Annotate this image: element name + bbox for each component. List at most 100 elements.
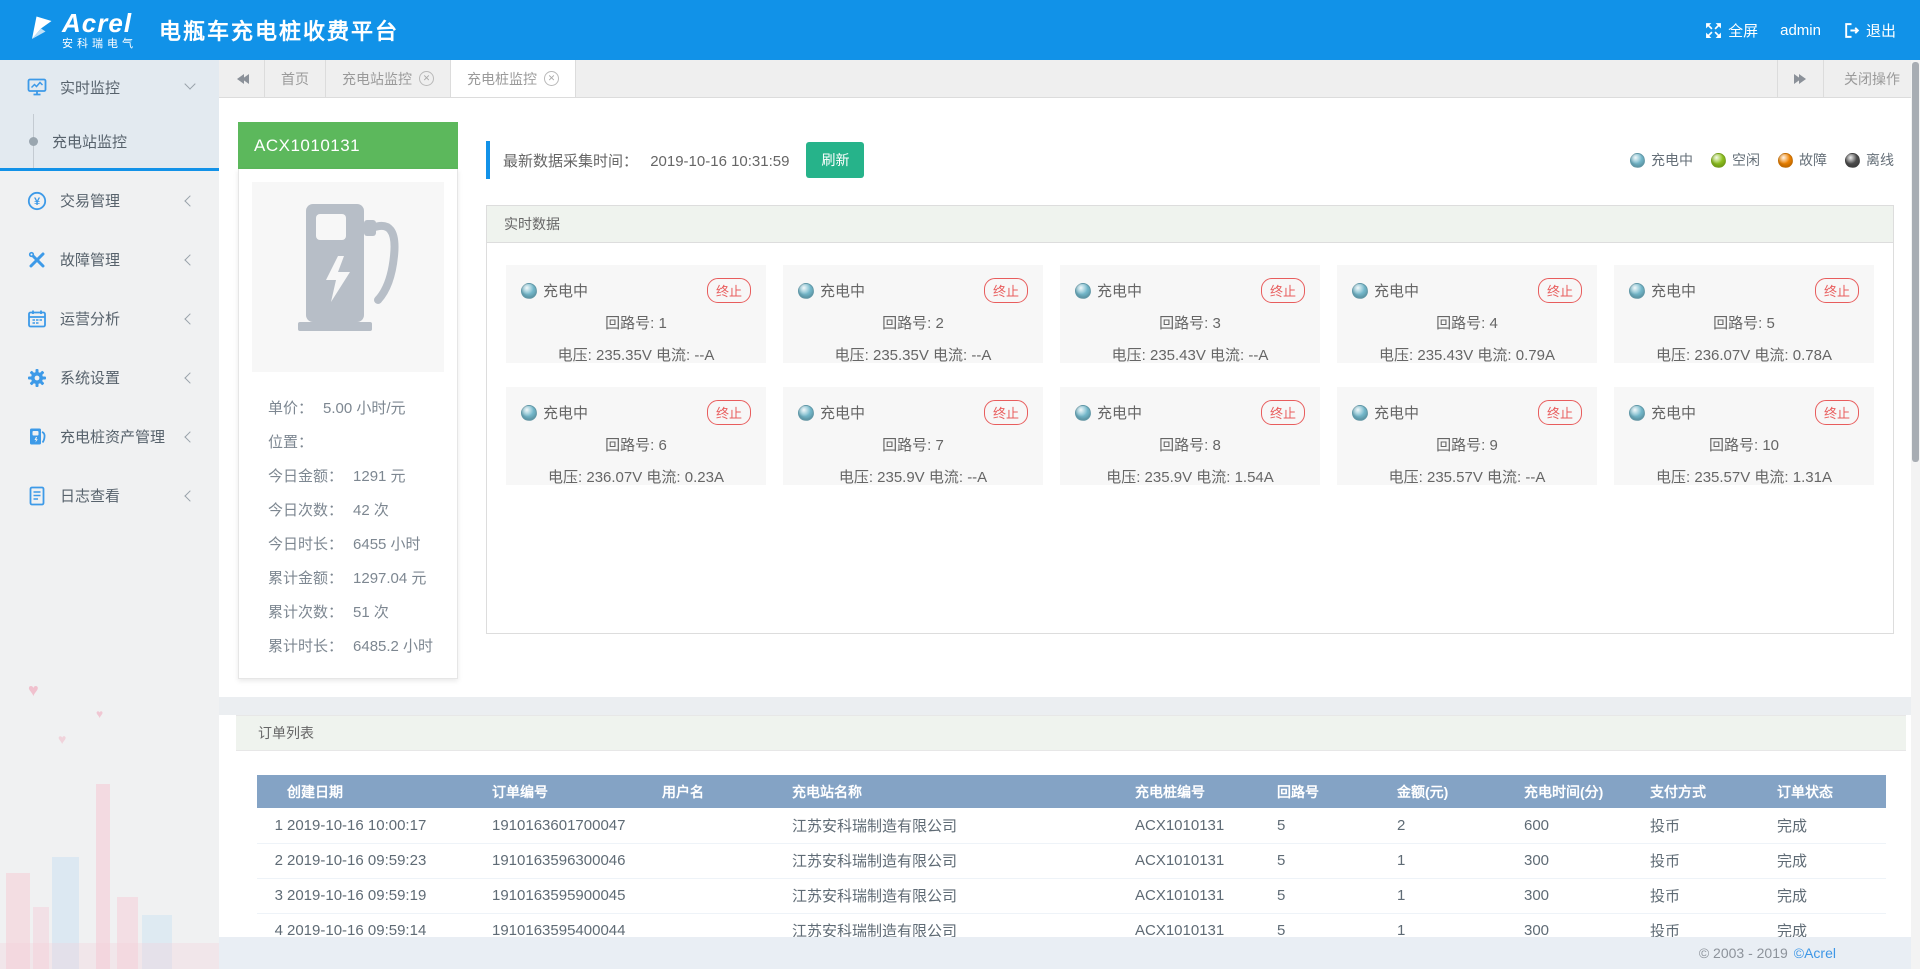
logo-main-text: Acrel (62, 10, 137, 36)
sidebar-item-transactions[interactable]: ¥ 交易管理 (0, 171, 219, 230)
tab-home[interactable]: 首页 (265, 60, 326, 97)
legend-item: 空闲 (1711, 150, 1760, 170)
fault-icon (27, 250, 47, 270)
sidebar-item-label: 运营分析 (60, 308, 120, 329)
tab-close-icon[interactable] (544, 71, 559, 86)
stop-charging-button[interactable]: 终止 (984, 400, 1028, 425)
footer: © 2003 - 2019 ©Acrel (219, 937, 1920, 969)
status-sphere-icon (1711, 153, 1726, 168)
circuit-number: 回路号: 6 (518, 434, 754, 455)
circuit-card: 充电中 终止 回路号: 5 电压: 236.07V 电流: 0.78A (1614, 265, 1874, 363)
pile-stats: 单价： 5.00 小时/元 位置： (252, 372, 444, 656)
logout-button[interactable]: 退出 (1843, 20, 1896, 41)
tab-pile-monitor[interactable]: 充电桩监控 (451, 60, 576, 97)
circuit-number: 回路号: 10 (1626, 434, 1862, 455)
circuit-card: 充电中 终止 回路号: 2 电压: 235.35V 电流: --A (783, 265, 1043, 363)
sidebar-item-realtime-monitor[interactable]: 实时监控 (0, 60, 219, 114)
sidebar-item-logs[interactable]: 日志查看 (0, 466, 219, 525)
stat-label: 今日时长： (268, 533, 343, 554)
order-row-index: 4 (257, 913, 285, 937)
acrel-logo: Acrel 安科瑞电气 (26, 10, 137, 50)
stat-label: 累计次数： (268, 601, 343, 622)
circuit-card: 充电中 终止 回路号: 3 电压: 235.43V 电流: --A (1060, 265, 1320, 363)
stop-charging-button[interactable]: 终止 (707, 400, 751, 425)
charging-status-icon (1629, 405, 1645, 421)
building-shape (6, 873, 30, 969)
chevron-left-icon (184, 431, 195, 442)
chevron-left-icon (184, 195, 195, 206)
scrollbar-thumb[interactable] (1912, 62, 1919, 462)
table-row[interactable]: 2 2019-10-16 09:59:23 1910163596300046 江… (257, 843, 1886, 878)
stat-value: 6485.2 小时 (353, 635, 433, 656)
stop-charging-button[interactable]: 终止 (707, 278, 751, 303)
stop-charging-button[interactable]: 终止 (1261, 400, 1305, 425)
tab-station-monitor[interactable]: 充电站监控 (326, 60, 451, 97)
sidebar-item-settings[interactable]: 系统设置 (0, 348, 219, 407)
legend-label: 空闲 (1732, 150, 1760, 170)
charging-status-label: 充电中 (1374, 280, 1419, 301)
order-status: 完成 (1775, 913, 1886, 937)
circuit-number: 回路号: 9 (1349, 434, 1585, 455)
legend-item: 充电中 (1630, 150, 1693, 170)
order-create-date: 2019-10-16 10:00:17 (285, 808, 490, 843)
stop-charging-button[interactable]: 终止 (984, 278, 1028, 303)
orders-title: 订单列表 (236, 715, 1906, 751)
order-minutes: 300 (1522, 913, 1648, 937)
chevron-down-icon (184, 78, 195, 89)
stop-charging-button[interactable]: 终止 (1538, 400, 1582, 425)
sidebar-item-label: 系统设置 (60, 367, 120, 388)
stop-charging-button[interactable]: 终止 (1815, 278, 1859, 303)
charging-status-icon (521, 405, 537, 421)
sidebar-subitem-station-monitor[interactable]: 充电站监控 (0, 114, 219, 168)
table-row[interactable]: 1 2019-10-16 10:00:17 1910163601700047 江… (257, 808, 1886, 843)
charging-status-icon (1075, 283, 1091, 299)
order-pile-id: ACX1010131 (1133, 843, 1275, 878)
stop-charging-button[interactable]: 终止 (1815, 400, 1859, 425)
tab-close-icon[interactable] (419, 71, 434, 86)
tabs-scroll-left-button[interactable] (219, 60, 265, 97)
top-header: Acrel 安科瑞电气 电瓶车充电桩收费平台 全屏 admin (0, 0, 1920, 60)
username[interactable]: admin (1780, 22, 1821, 39)
acrel-logo-icon (26, 13, 56, 47)
sidebar-item-faults[interactable]: 故障管理 (0, 230, 219, 289)
circuit-number: 回路号: 4 (1349, 312, 1585, 333)
sidebar-group-realtime: 实时监控 充电站监控 (0, 60, 219, 171)
app-window: Acrel 安科瑞电气 电瓶车充电桩收费平台 全屏 admin (0, 0, 1920, 969)
realtime-cards-grid: 充电中 终止 回路号: 1 电压: 235.35V 电流: --A (487, 243, 1893, 633)
charging-status-label: 充电中 (820, 402, 865, 423)
charging-status-icon (521, 283, 537, 299)
chevron-left-icon (184, 254, 195, 265)
sidebar-item-label: 日志查看 (60, 485, 120, 506)
order-minutes: 600 (1522, 808, 1648, 843)
table-row[interactable]: 3 2019-10-16 09:59:19 1910163595900045 江… (257, 878, 1886, 913)
order-pay-method: 投币 (1648, 878, 1775, 913)
chevron-left-icon (184, 313, 195, 324)
sidebar-item-charger-assets[interactable]: 充电桩资产管理 (0, 407, 219, 466)
table-row[interactable]: 4 2019-10-16 09:59:14 1910163595400044 江… (257, 913, 1886, 937)
order-number: 1910163595900045 (490, 878, 660, 913)
column-header: 充电桩编号 (1133, 775, 1275, 808)
page-title: 电瓶车充电桩收费平台 (159, 14, 399, 46)
stop-charging-button[interactable]: 终止 (1538, 278, 1582, 303)
stat-label: 累计金额： (268, 567, 343, 588)
close-operations-button[interactable]: 关闭操作 (1823, 60, 1920, 97)
voltage-current: 电压: 236.07V 电流: 0.23A (518, 466, 754, 487)
charging-status-icon (798, 405, 814, 421)
sidebar-item-analysis[interactable]: 运营分析 (0, 289, 219, 348)
order-row-index: 1 (257, 808, 285, 843)
refresh-button[interactable]: 刷新 (806, 142, 864, 178)
stat-label: 今日次数： (268, 499, 343, 520)
realtime-data-panel: 实时数据 充电中 终止 回路号: 1 (486, 205, 1894, 634)
tabs-scroll-right-button[interactable] (1777, 60, 1823, 97)
pile-stat-row: 位置： (268, 431, 442, 452)
chevron-left-icon (184, 490, 195, 501)
charging-status-label: 充电中 (543, 280, 588, 301)
fullscreen-button[interactable]: 全屏 (1705, 20, 1758, 41)
voltage-current: 电压: 235.43V 电流: 0.79A (1349, 344, 1585, 365)
stop-charging-button[interactable]: 终止 (1261, 278, 1305, 303)
order-pile-id: ACX1010131 (1133, 878, 1275, 913)
charging-status-icon (1075, 405, 1091, 421)
brand-link[interactable]: ©Acrel (1794, 945, 1836, 961)
orders-table: 创建日期 订单编号 用户名 充电站名称 充电桩编号 回路号 金额(元) 充电时间… (257, 775, 1886, 937)
voltage-current: 电压: 235.57V 电流: --A (1349, 466, 1585, 487)
